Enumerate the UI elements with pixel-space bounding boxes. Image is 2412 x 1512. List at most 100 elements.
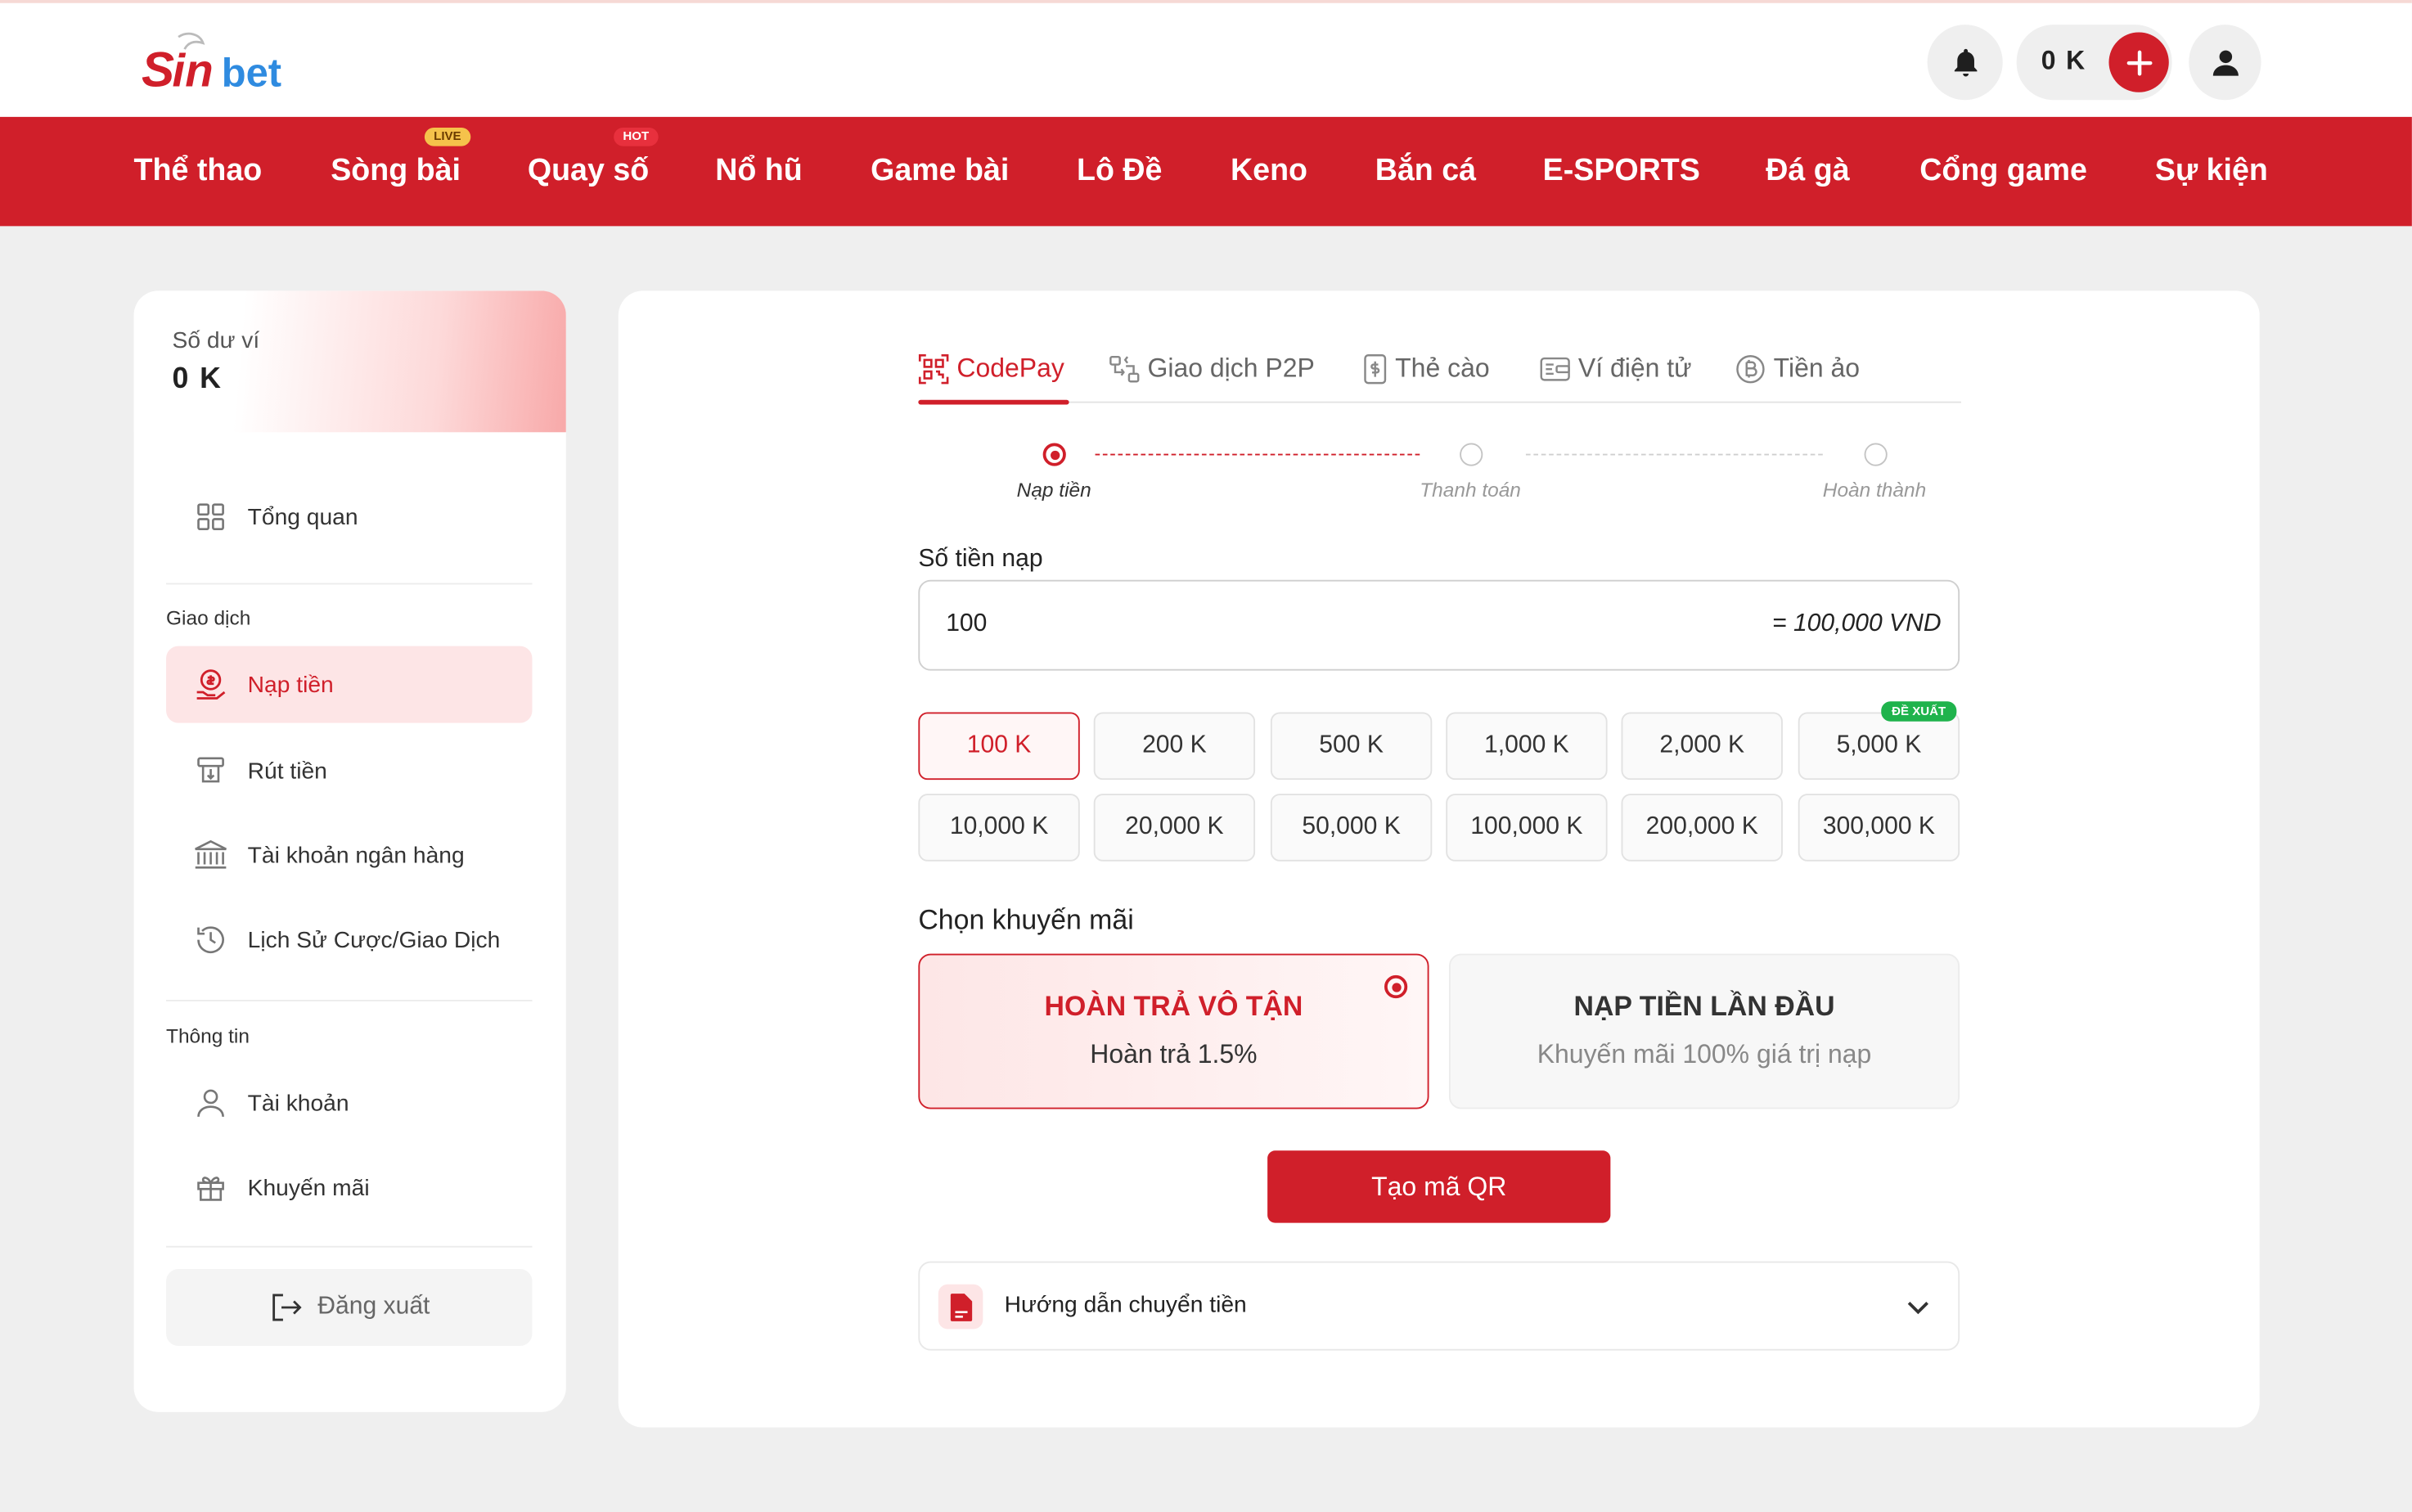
transfer-guide-accordion[interactable]: Hướng dẫn chuyển tiền <box>918 1261 1960 1351</box>
amount-chip-10000k[interactable]: 10,000 K <box>918 794 1080 862</box>
promo-card-first-deposit[interactable]: NẠP TIỀN LẦN ĐẦU Khuyến mãi 100% giá trị… <box>1448 953 1960 1109</box>
promo-subtitle: Hoàn trả 1.5% <box>1090 1039 1258 1069</box>
deposit-plus-button[interactable] <box>2108 32 2169 92</box>
tab-scratch-card[interactable]: Thẻ cào <box>1363 346 1490 392</box>
tab-p2p[interactable]: Giao dịch P2P <box>1109 346 1315 392</box>
chip-label: 5,000 K <box>1836 731 1922 758</box>
qr-scan-icon <box>918 353 949 385</box>
card-icon <box>1363 353 1388 385</box>
step-connector <box>1525 453 1823 456</box>
wallet-card: Số dư ví 0 K <box>133 290 566 433</box>
amount-conversion: = 100,000 VND <box>1772 610 1942 637</box>
tab-label: Tiền ảo <box>1773 353 1861 384</box>
section-title-info: Thông tin <box>166 1024 250 1048</box>
sidebar-item-deposit[interactable]: Nạp tiền <box>166 646 533 723</box>
sidebar-item-label: Tài khoản ngân hàng <box>247 842 465 869</box>
promo-radio-selected[interactable] <box>1384 974 1408 999</box>
sidebar-item-bank-account[interactable]: Tài khoản ngân hàng <box>166 817 532 893</box>
sidebar-item-withdraw[interactable]: Rút tiền <box>166 732 532 809</box>
tab-divider <box>918 401 1961 403</box>
gift-icon <box>194 1171 227 1204</box>
amount-chip-5000k[interactable]: 5,000 K ĐỀ XUẤT <box>1798 701 1960 781</box>
guide-label: Hướng dẫn chuyển tiền <box>1004 1292 1247 1319</box>
sidebar-item-label: Khuyến mãi <box>247 1174 370 1201</box>
amount-chip-50000k[interactable]: 50,000 K <box>1270 794 1433 862</box>
step-dot <box>1864 443 1888 466</box>
sidebar-item-account[interactable]: Tài khoản <box>166 1064 532 1141</box>
tab-e-wallet[interactable]: Ví điện tử <box>1540 346 1692 392</box>
promo-section-title: Chọn khuyến mãi <box>918 904 1134 936</box>
sidebar-item-promotions[interactable]: Khuyến mãi <box>166 1149 532 1226</box>
nav-item-keno[interactable]: Keno <box>1231 117 1307 226</box>
amount-label: Số tiền nạp <box>918 546 1043 573</box>
promo-title: HOÀN TRẢ VÔ TẬN <box>1044 990 1303 1022</box>
promo-subtitle: Khuyến mãi 100% giá trị nạp <box>1537 1039 1872 1069</box>
amount-chip-100k[interactable]: 100 K <box>918 712 1080 781</box>
step-label-complete: Hoàn thành <box>1822 478 1927 502</box>
wallet-balance: 0 K <box>172 362 223 396</box>
nav-item-esports[interactable]: E-SPORTS <box>1543 117 1700 226</box>
nav-item-su-kien[interactable]: Sự kiện <box>2155 117 2268 226</box>
nav-item-lo-de[interactable]: Lô Đề <box>1077 117 1162 226</box>
sidebar-item-label: Rút tiền <box>247 757 327 784</box>
nav-item-ban-ca[interactable]: Bắn cá <box>1375 117 1476 226</box>
amount-chip-300000k[interactable]: 300,000 K <box>1798 794 1960 862</box>
history-icon <box>194 923 227 956</box>
step-label-deposit: Nạp tiền <box>1016 478 1091 502</box>
plus-icon <box>2126 49 2152 75</box>
promo-card-cashback[interactable]: HOÀN TRẢ VÔ TẬN Hoàn trả 1.5% <box>918 953 1429 1109</box>
account-sidebar: Số dư ví 0 K Tổng quan Giao dịch Nạp tiề… <box>133 290 566 1412</box>
nav-item-da-ga[interactable]: Đá gà <box>1766 117 1849 226</box>
step-dot-active <box>1042 443 1066 466</box>
withdraw-icon <box>194 754 227 787</box>
tab-crypto[interactable]: Tiền ảo <box>1735 346 1860 392</box>
step-connector-active <box>1095 453 1420 456</box>
wallet-label: Số dư ví <box>172 327 260 354</box>
divider <box>166 1245 533 1248</box>
nav-item-no-hu[interactable]: Nổ hũ <box>715 117 803 226</box>
bitcoin-icon <box>1735 353 1766 385</box>
step-label-payment: Thanh toán <box>1420 478 1521 502</box>
hot-badge: HOT <box>614 128 659 146</box>
amount-chip-500k[interactable]: 500 K <box>1270 712 1433 781</box>
sidebar-item-label: Tài khoản <box>247 1089 349 1116</box>
user-menu-button[interactable] <box>2189 25 2261 101</box>
svg-text:bet: bet <box>222 51 281 95</box>
amount-chip-100000k[interactable]: 100,000 K <box>1446 794 1608 862</box>
top-bar: S in bet 0 K <box>0 0 2412 117</box>
nav-item-cong-game[interactable]: Cổng game <box>1919 117 2087 226</box>
recommended-badge: ĐỀ XUẤT <box>1881 701 1957 722</box>
user-outline-icon <box>194 1086 227 1119</box>
logout-button[interactable]: Đăng xuất <box>166 1269 533 1346</box>
tab-label: Thẻ cào <box>1395 353 1490 384</box>
svg-text:in: in <box>173 44 214 96</box>
create-qr-button[interactable]: Tạo mã QR <box>1267 1150 1611 1223</box>
tab-codepay[interactable]: CodePay <box>918 346 1064 392</box>
bell-icon <box>1953 47 1977 76</box>
sidebar-item-label: Nạp tiền <box>247 671 334 698</box>
amount-value: 100 <box>946 610 988 637</box>
promo-title: NẠP TIỀN LẦN ĐẦU <box>1573 990 1835 1022</box>
deposit-panel: CodePay Giao dịch P2P Thẻ cào Ví điện tử… <box>618 290 2260 1428</box>
amount-chip-20000k[interactable]: 20,000 K <box>1093 794 1256 862</box>
nav-item-game-bai[interactable]: Game bài <box>871 117 1009 226</box>
nav-item-the-thao[interactable]: Thể thao <box>134 117 263 226</box>
main-nav: Thể thao Sòng bài LIVE Quay số HOT Nổ hũ… <box>0 116 2412 227</box>
nav-label: Sòng bài <box>331 154 461 188</box>
sidebar-item-overview[interactable]: Tổng quan <box>166 479 532 556</box>
sinbet-logo[interactable]: S in bet <box>142 28 311 98</box>
tab-active-underline <box>918 399 1069 405</box>
tab-label: Giao dịch P2P <box>1147 353 1315 384</box>
sidebar-item-history[interactable]: Lịch Sử Cược/Giao Dịch <box>166 902 532 979</box>
deposit-icon <box>194 668 227 701</box>
chevron-down-icon <box>1904 1294 1932 1329</box>
amount-chip-1000k[interactable]: 1,000 K <box>1446 712 1608 781</box>
step-dot <box>1460 443 1483 466</box>
amount-input[interactable]: 100 = 100,000 VND <box>918 579 1960 671</box>
divider <box>166 1000 533 1001</box>
amount-chip-2000k[interactable]: 2,000 K <box>1621 712 1783 781</box>
amount-chip-200000k[interactable]: 200,000 K <box>1621 794 1783 862</box>
notifications-button[interactable] <box>1927 25 2003 101</box>
logout-icon <box>268 1290 302 1324</box>
amount-chip-200k[interactable]: 200 K <box>1093 712 1256 781</box>
